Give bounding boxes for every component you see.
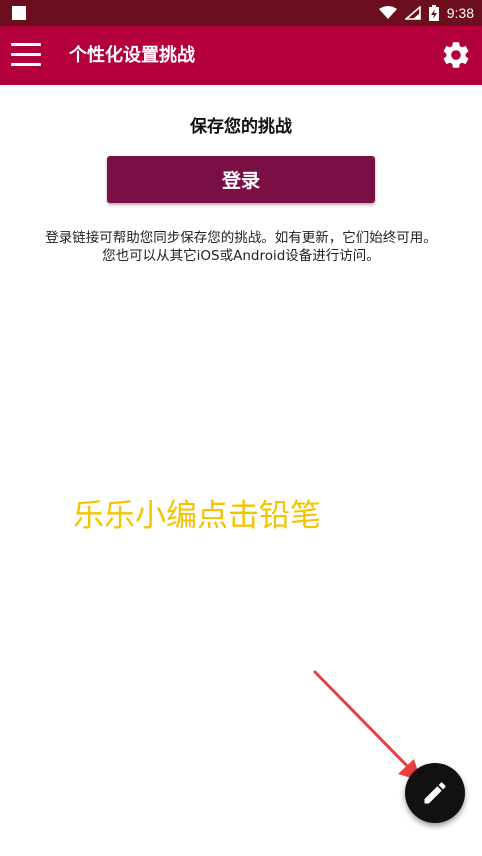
status-bar: 9:38 — [0, 0, 482, 26]
annotation-text: 乐乐小编点击铅笔 — [73, 498, 321, 534]
page-title: 个性化设置挑战 — [69, 45, 195, 66]
app-bar: 个性化设置挑战 — [0, 26, 482, 85]
battery-charging-icon — [428, 5, 439, 21]
edit-fab-button[interactable] — [405, 763, 465, 823]
save-challenge-title: 保存您的挑战 — [190, 117, 292, 137]
status-icons: 9:38 — [378, 0, 474, 26]
login-description: 登录链接可帮助您同步保存您的挑战。如有更新，它们始终可用。您也可以从其它iOS或… — [45, 230, 437, 264]
wifi-icon — [378, 6, 397, 19]
signal-icon — [404, 6, 421, 20]
login-button[interactable]: 登录 — [107, 156, 375, 203]
status-time: 9:38 — [446, 5, 474, 21]
pencil-icon — [424, 782, 446, 804]
menu-icon[interactable] — [11, 43, 41, 67]
notification-square-icon — [12, 6, 26, 20]
gear-icon[interactable] — [440, 39, 472, 71]
